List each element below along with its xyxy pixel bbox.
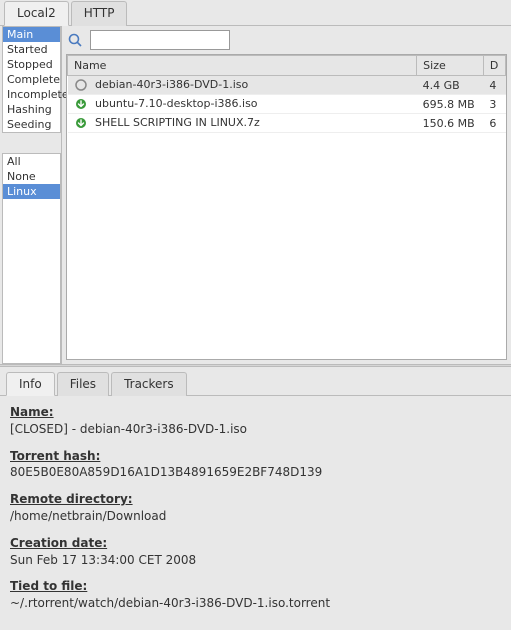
search-icon[interactable] [66, 31, 84, 49]
info-dir-value: /home/netbrain/Download [10, 508, 501, 525]
state-complete[interactable]: Complete [3, 72, 60, 87]
tab-http[interactable]: HTTP [71, 1, 128, 26]
state-filter-list: Main Started Stopped Complete Incomplete… [2, 26, 61, 133]
tag-linux[interactable]: Linux [3, 184, 60, 199]
state-started[interactable]: Started [3, 42, 60, 57]
torrent-size: 4.4 GB [417, 76, 484, 95]
tab-trackers[interactable]: Trackers [111, 372, 187, 396]
torrent-name: ubuntu-7.10-desktop-i386.iso [95, 97, 258, 110]
search-bar [66, 30, 507, 50]
info-hash-value: 80E5B0E80A859D16A1D13B4891659E2BF748D139 [10, 464, 501, 481]
state-main[interactable]: Main [3, 27, 60, 42]
search-input[interactable] [90, 30, 230, 50]
state-seeding[interactable]: Seeding [3, 117, 60, 132]
info-hash-label: Torrent hash: [10, 448, 501, 465]
table-row[interactable]: debian-40r3-i386-DVD-1.iso 4.4 GB 4 [68, 76, 506, 95]
torrent-extra: 6 [483, 114, 505, 133]
tag-none[interactable]: None [3, 169, 60, 184]
status-closed-icon [74, 78, 88, 92]
state-incomplete[interactable]: Incomplete [3, 87, 60, 102]
torrent-table: Name Size D debian-40r3-i386-DVD-1.iso [66, 54, 507, 360]
torrent-name: debian-40r3-i386-DVD-1.iso [95, 78, 248, 91]
state-stopped[interactable]: Stopped [3, 57, 60, 72]
table-row[interactable]: ubuntu-7.10-desktop-i386.iso 695.8 MB 3 [68, 95, 506, 114]
torrent-name: SHELL SCRIPTING IN LINUX.7z [95, 116, 260, 129]
info-name-value: [CLOSED] - debian-40r3-i386-DVD-1.iso [10, 421, 501, 438]
torrent-size: 150.6 MB [417, 114, 484, 133]
tag-filter-list: All None Linux [2, 153, 61, 364]
info-tied-label: Tied to file: [10, 578, 501, 595]
status-down-icon [74, 116, 88, 130]
sidebar: Main Started Stopped Complete Incomplete… [0, 26, 62, 364]
tag-all[interactable]: All [3, 154, 60, 169]
tab-files[interactable]: Files [57, 372, 109, 396]
table-row[interactable]: SHELL SCRIPTING IN LINUX.7z 150.6 MB 6 [68, 114, 506, 133]
torrent-extra: 4 [483, 76, 505, 95]
tab-local[interactable]: Local2 [4, 1, 69, 26]
info-dir-label: Remote directory: [10, 491, 501, 508]
col-header-size[interactable]: Size [417, 56, 484, 76]
col-header-name[interactable]: Name [68, 56, 417, 76]
info-pane: Name: [CLOSED] - debian-40r3-i386-DVD-1.… [0, 396, 511, 630]
info-date-value: Sun Feb 17 13:34:00 CET 2008 [10, 552, 501, 569]
info-name-label: Name: [10, 404, 501, 421]
state-hashing[interactable]: Hashing [3, 102, 60, 117]
tab-info[interactable]: Info [6, 372, 55, 396]
detail-tabs: Info Files Trackers [0, 367, 511, 396]
torrent-extra: 3 [483, 95, 505, 114]
connection-tabs: Local2 HTTP [0, 0, 511, 26]
info-date-label: Creation date: [10, 535, 501, 552]
torrent-size: 695.8 MB [417, 95, 484, 114]
status-down-icon [74, 97, 88, 111]
col-header-extra[interactable]: D [483, 56, 505, 76]
